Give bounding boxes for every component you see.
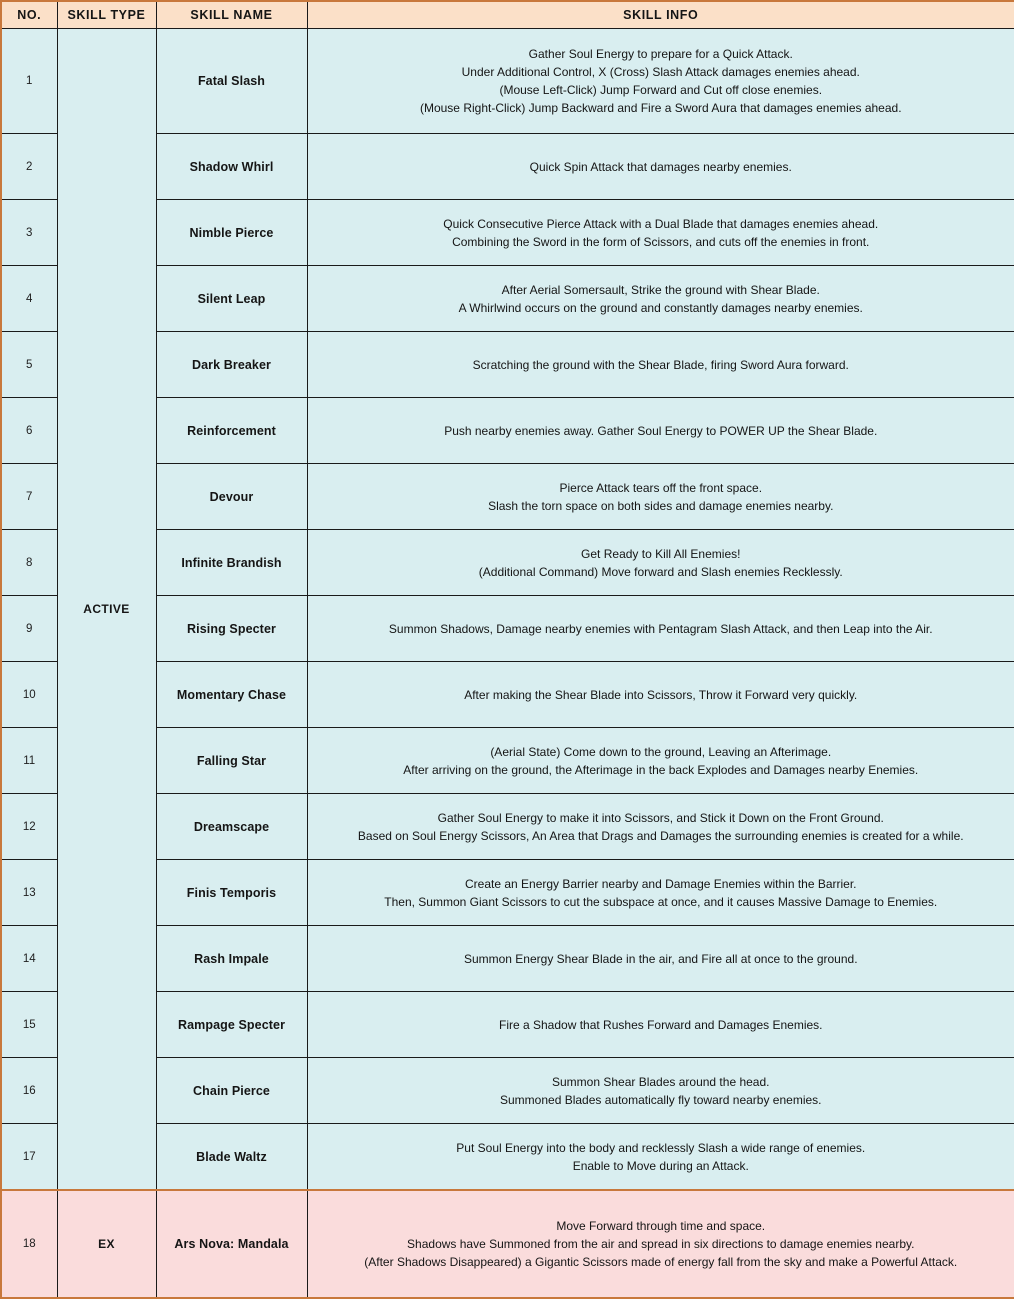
cell-skill-name: Dreamscape bbox=[155, 793, 308, 860]
cell-skill-name: Finis Temporis bbox=[155, 859, 308, 926]
cell-no: 17 bbox=[1, 1123, 58, 1191]
skill-info-line: (Mouse Left-Click) Jump Forward and Cut … bbox=[499, 83, 823, 97]
table-row: 1 ACTIVE Fatal Slash Gather Soul Energy to … bbox=[1, 28, 1014, 1191]
column-header-no: NO. bbox=[1, 0, 58, 29]
skill-info-line: Quick Consecutive Pierce Attack with a D… bbox=[443, 216, 879, 231]
cell-no: 9 bbox=[1, 595, 58, 662]
skill-info-line: Quick Spin Attack that damages nearby en… bbox=[529, 159, 792, 174]
cell-no: 10 bbox=[1, 661, 58, 728]
skill-info-line: (Mouse Right-Click) Jump Backward and Fi… bbox=[419, 101, 902, 115]
skill-info-line: Fire a Shadow that Rushes Forward and Da… bbox=[499, 1017, 823, 1032]
skill-info-line: Based on Soul Energy Scissors, An Area t… bbox=[357, 828, 964, 843]
skill-info-line: Get Ready to Kill All Enemies! bbox=[581, 546, 741, 561]
cell-skill-info: Push nearby enemies away. Gather Soul En… bbox=[306, 397, 1014, 464]
cell-skill-name: Devour bbox=[155, 463, 308, 530]
cell-skill-info: Put Soul Energy into the body and reckle… bbox=[306, 1123, 1014, 1191]
cell-skill-name: Rash Impale bbox=[155, 925, 308, 992]
cell-skill-name: Shadow Whirl bbox=[155, 133, 308, 200]
skill-info-line: After Aerial Somersault, Strike the grou… bbox=[501, 282, 820, 297]
column-header-skill-type: SKILL TYPE bbox=[56, 0, 157, 29]
column-header-skill-name: SKILL NAME bbox=[155, 0, 308, 29]
cell-skill-name: Fatal Slash bbox=[155, 28, 308, 134]
table-row: 18 EX Ars Nova: Mandala Move Forward throug… bbox=[1, 1189, 1014, 1298]
cell-skill-type-active: ACTIVE bbox=[56, 28, 157, 1191]
skill-info-line: Push nearby enemies away. Gather Soul En… bbox=[444, 423, 878, 438]
skill-info-line: (Additional Command) Move forward and Sl… bbox=[478, 564, 843, 579]
cell-skill-name: Dark Breaker bbox=[155, 331, 308, 398]
cell-skill-name: Rampage Specter bbox=[155, 991, 308, 1058]
cell-no: 1 bbox=[1, 28, 58, 134]
cell-no: 11 bbox=[1, 727, 58, 794]
cell-skill-info: Move Forward through time and space. Shad… bbox=[306, 1189, 1014, 1298]
cell-skill-info: Gather Soul Energy to make it into Sciss… bbox=[306, 793, 1014, 860]
cell-no: 5 bbox=[1, 331, 58, 398]
cell-skill-info: Scratching the ground with the Shear Bla… bbox=[306, 331, 1014, 398]
skill-info-line: Summon Shadows, Damage nearby enemies wi… bbox=[388, 621, 933, 636]
skill-info-line: Under Additional Control, X (Cross) Slas… bbox=[461, 65, 860, 79]
column-header-skill-info: SKILL INFO bbox=[306, 0, 1014, 29]
skill-info-line: Combining the Sword in the form of Sciss… bbox=[452, 234, 870, 249]
skill-info-line: Pierce Attack tears off the front space. bbox=[559, 480, 763, 495]
skill-info-line: Summon Energy Shear Blade in the air, an… bbox=[463, 951, 858, 966]
table-header: NO. SKILL TYPE SKILL NAME SKILL INFO bbox=[1, 0, 1014, 29]
cell-skill-name: Nimble Pierce bbox=[155, 199, 308, 266]
cell-skill-info: (Aerial State) Come down to the ground, … bbox=[306, 727, 1014, 794]
skill-info-line: A Whirlwind occurs on the ground and con… bbox=[458, 300, 863, 315]
skill-info-line: After arriving on the ground, the Afteri… bbox=[403, 762, 919, 777]
cell-skill-info: Fire a Shadow that Rushes Forward and Da… bbox=[306, 991, 1014, 1058]
header-row: NO. SKILL TYPE SKILL NAME SKILL INFO bbox=[1, 0, 1014, 29]
cell-no: 15 bbox=[1, 991, 58, 1058]
cell-skill-name: Rising Specter bbox=[155, 595, 308, 662]
cell-no: 12 bbox=[1, 793, 58, 860]
cell-skill-info: After making the Shear Blade into Scisso… bbox=[306, 661, 1014, 728]
cell-skill-info: Pierce Attack tears off the front space.… bbox=[306, 463, 1014, 530]
cell-no: 14 bbox=[1, 925, 58, 992]
skill-info-line: Move Forward through time and space. bbox=[556, 1219, 766, 1233]
skill-info-line: Summoned Blades automatically fly toward… bbox=[500, 1092, 822, 1107]
skill-info-line: Scratching the ground with the Shear Bla… bbox=[472, 357, 849, 372]
skill-table: NO. SKILL TYPE SKILL NAME SKILL INFO 1 AC… bbox=[0, 0, 1014, 1299]
cell-skill-info: Create an Energy Barrier nearby and Dama… bbox=[306, 859, 1014, 926]
cell-no: 2 bbox=[1, 133, 58, 200]
cell-skill-info: Get Ready to Kill All Enemies! (Additiona… bbox=[306, 529, 1014, 596]
skill-info-line: Summon Shear Blades around the head. bbox=[552, 1074, 770, 1089]
skill-info-line: Then, Summon Giant Scissors to cut the s… bbox=[384, 894, 938, 909]
cell-skill-name: Infinite Brandish bbox=[155, 529, 308, 596]
cell-skill-name: Reinforcement bbox=[155, 397, 308, 464]
table-body: 1 ACTIVE Fatal Slash Gather Soul Energy to … bbox=[1, 28, 1014, 1298]
cell-no: 13 bbox=[1, 859, 58, 926]
skill-info-line: Enable to Move during an Attack. bbox=[572, 1158, 749, 1173]
skill-info-line: Gather Soul Energy to make it into Sciss… bbox=[437, 810, 884, 825]
skill-info-line: (After Shadows Disappeared) a Gigantic S… bbox=[364, 1255, 958, 1269]
skill-info-line: Put Soul Energy into the body and reckle… bbox=[456, 1140, 866, 1155]
cell-skill-info: After Aerial Somersault, Strike the grou… bbox=[306, 265, 1014, 332]
skill-info-line: Gather Soul Energy to prepare for a Quic… bbox=[528, 47, 793, 61]
cell-no: 16 bbox=[1, 1057, 58, 1124]
cell-skill-name: Chain Pierce bbox=[155, 1057, 308, 1124]
cell-skill-info: Gather Soul Energy to prepare for a Quic… bbox=[306, 28, 1014, 134]
cell-no: 4 bbox=[1, 265, 58, 332]
cell-skill-info: Summon Energy Shear Blade in the air, an… bbox=[306, 925, 1014, 992]
skill-info-line: (Aerial State) Come down to the ground, … bbox=[490, 744, 832, 759]
cell-skill-name: Blade Waltz bbox=[155, 1123, 308, 1191]
cell-skill-info: Summon Shear Blades around the head. Summ… bbox=[306, 1057, 1014, 1124]
cell-no: 6 bbox=[1, 397, 58, 464]
cell-skill-name: Momentary Chase bbox=[155, 661, 308, 728]
skill-info-line: Shadows have Summoned from the air and s… bbox=[407, 1237, 915, 1251]
skill-table-container: NO. SKILL TYPE SKILL NAME SKILL INFO 1 AC… bbox=[0, 0, 1014, 1299]
cell-skill-name: Ars Nova: Mandala bbox=[155, 1189, 308, 1298]
cell-no: 7 bbox=[1, 463, 58, 530]
skill-info-line: Slash the torn space on both sides and d… bbox=[488, 498, 834, 513]
cell-skill-name: Falling Star bbox=[155, 727, 308, 794]
cell-skill-info: Quick Spin Attack that damages nearby en… bbox=[306, 133, 1014, 200]
cell-skill-info: Summon Shadows, Damage nearby enemies wi… bbox=[306, 595, 1014, 662]
cell-no: 18 bbox=[1, 1189, 58, 1298]
cell-skill-name: Silent Leap bbox=[155, 265, 308, 332]
cell-no: 8 bbox=[1, 529, 58, 596]
cell-no: 3 bbox=[1, 199, 58, 266]
skill-info-line: Create an Energy Barrier nearby and Dama… bbox=[464, 876, 857, 891]
cell-skill-type-ex: EX bbox=[56, 1189, 157, 1298]
cell-skill-info: Quick Consecutive Pierce Attack with a D… bbox=[306, 199, 1014, 266]
skill-info-line: After making the Shear Blade into Scisso… bbox=[464, 687, 858, 702]
